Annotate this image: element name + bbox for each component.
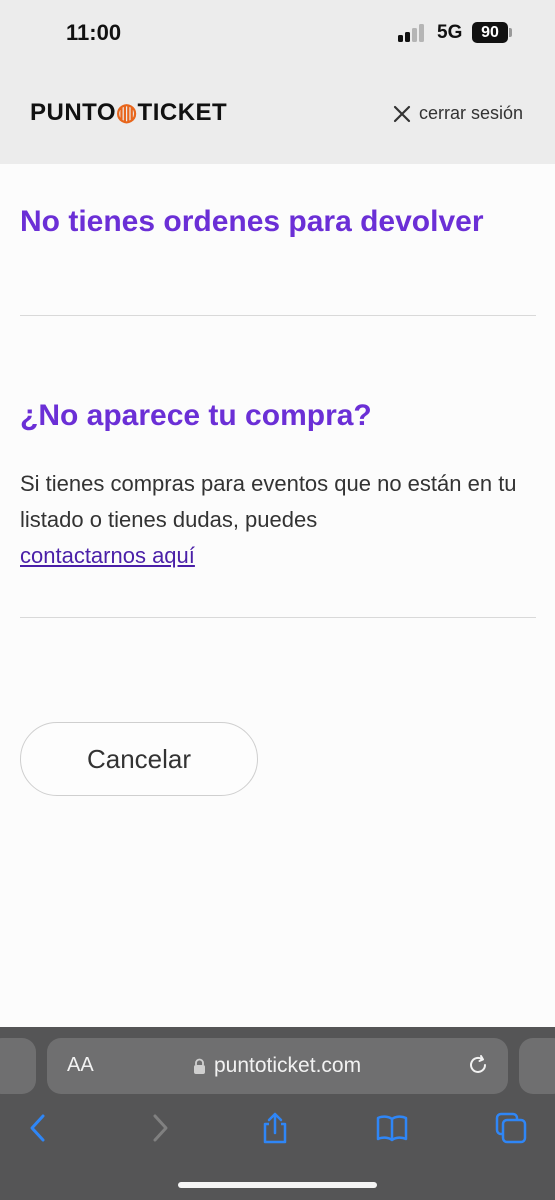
lock-icon [194,1058,205,1074]
status-bar: 11:00 5G 90 [0,0,555,68]
flame-icon: ◍ [116,99,138,126]
url-text: puntoticket.com [214,1054,362,1077]
missing-purchase-title: ¿No aparece tu compra? [20,399,372,432]
share-icon[interactable] [258,1111,292,1145]
url-display[interactable]: puntoticket.com [193,1054,361,1078]
text-size-button[interactable]: AA [67,1054,94,1077]
network-type: 5G [437,22,463,43]
bookmarks-icon[interactable] [375,1111,409,1145]
previous-tab-preview[interactable] [0,1038,36,1094]
missing-purchase-description: Si tienes compras para eventos que no es… [20,471,517,532]
logo-text-right: TICKET [137,99,228,126]
address-bar[interactable]: AA puntoticket.com [47,1038,508,1094]
no-orders-title: No tienes ordenes para devolver [20,205,484,238]
contact-link[interactable]: contactarnos aquí [20,543,195,568]
logo-text-left: PUNTO [30,99,117,126]
back-icon[interactable] [22,1111,56,1145]
cancel-button[interactable]: Cancelar [20,722,258,796]
browser-toolbar: AA puntoticket.com [0,1027,555,1200]
logout-label: cerrar sesión [418,103,523,123]
signal-icon [398,24,428,42]
logout-button[interactable]: cerrar sesión [393,103,523,124]
divider [20,315,536,316]
tabs-icon[interactable] [494,1111,528,1145]
status-time: 11:00 [66,20,122,45]
divider [20,617,536,618]
next-tab-preview[interactable] [519,1038,555,1094]
site-header: PUNTO◍TICKET cerrar sesión [0,68,555,164]
reload-icon[interactable] [466,1053,490,1077]
battery-tip [509,28,512,37]
battery-icon: 90 [472,22,508,43]
puntoticket-logo[interactable]: PUNTO◍TICKET [30,98,227,127]
missing-purchase-text: Si tienes compras para eventos que no es… [20,466,536,574]
close-icon [393,105,411,122]
forward-icon[interactable] [142,1111,176,1145]
home-indicator [178,1182,377,1188]
